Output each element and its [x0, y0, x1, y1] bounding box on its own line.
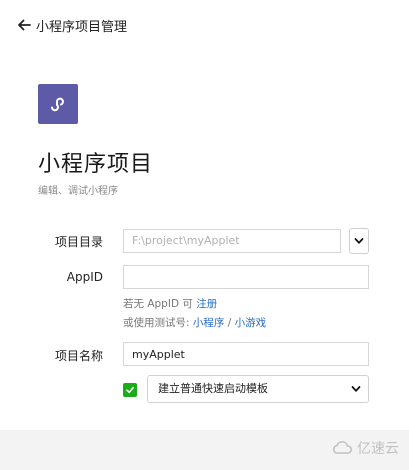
watermark: 亿速云 [331, 438, 399, 458]
chevron-down-icon [351, 386, 361, 392]
test-account-hint: 或使用测试号: 小程序 / 小游戏 [123, 315, 266, 330]
template-select-value: 建立普通快速启动模板 [158, 382, 268, 395]
arrow-left-icon[interactable] [16, 17, 32, 33]
chevron-down-icon [354, 238, 364, 244]
cloud-logo-icon [333, 441, 353, 454]
register-hint-text: 若无 AppID 可 [123, 298, 193, 310]
template-checkbox[interactable] [123, 383, 137, 397]
checkmark-icon [126, 386, 134, 394]
mini-program-test-link[interactable]: 小程序 [193, 317, 225, 329]
page-title: 小程序项目 [38, 152, 154, 177]
project-name-label: 项目名称 [54, 349, 103, 363]
directory-input[interactable]: F:\project\myApplet [123, 229, 341, 253]
page-subtitle: 编辑、调试小程序 [38, 186, 118, 197]
watermark-text: 亿速云 [357, 441, 399, 457]
register-hint: 若无 AppID 可 注册 [123, 296, 217, 311]
project-name-input[interactable] [123, 342, 369, 366]
link-separator: / [227, 317, 232, 329]
mini-game-test-link[interactable]: 小游戏 [235, 317, 267, 329]
template-select[interactable]: 建立普通快速启动模板 [147, 375, 369, 403]
appid-input[interactable] [123, 265, 369, 289]
appid-label: AppID [66, 270, 103, 284]
mini-program-logo-icon [38, 84, 78, 124]
register-link[interactable]: 注册 [196, 298, 217, 310]
directory-label: 项目目录 [54, 235, 103, 249]
test-account-text: 或使用测试号: [123, 317, 190, 329]
header-title: 小程序项目管理 [36, 19, 128, 35]
directory-dropdown-button[interactable] [349, 228, 369, 254]
back-nav[interactable]: 小程序项目管理 [16, 14, 127, 36]
